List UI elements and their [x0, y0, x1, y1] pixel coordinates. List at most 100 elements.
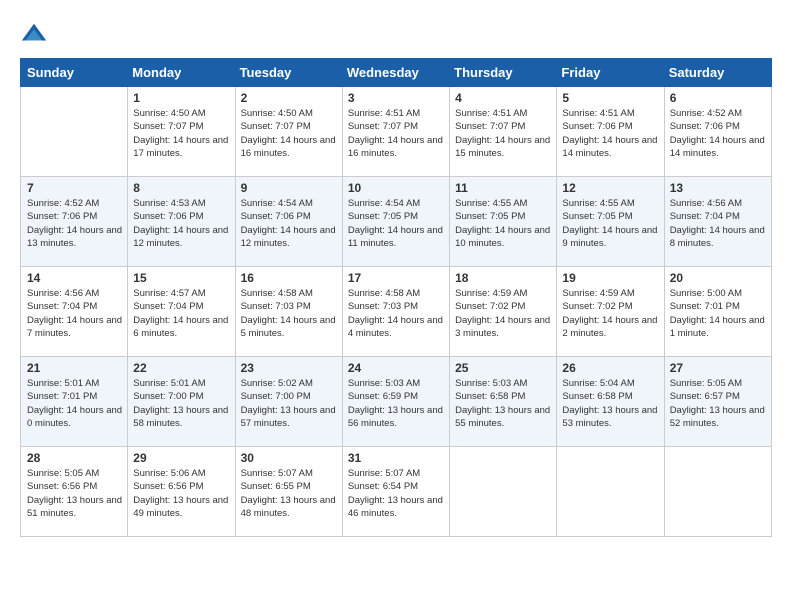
cell-info: Sunrise: 4:52 AM Sunset: 7:06 PM Dayligh…	[670, 107, 766, 160]
cell-info: Sunrise: 4:50 AM Sunset: 7:07 PM Dayligh…	[133, 107, 229, 160]
calendar-cell: 14 Sunrise: 4:56 AM Sunset: 7:04 PM Dayli…	[21, 267, 128, 357]
calendar-cell	[664, 447, 771, 537]
day-number: 7	[27, 181, 122, 195]
day-number: 4	[455, 91, 551, 105]
day-header-tuesday: Tuesday	[235, 59, 342, 87]
cell-info: Sunrise: 5:01 AM Sunset: 7:00 PM Dayligh…	[133, 377, 229, 430]
cell-info: Sunrise: 4:59 AM Sunset: 7:02 PM Dayligh…	[455, 287, 551, 340]
calendar-cell: 29 Sunrise: 5:06 AM Sunset: 6:56 PM Dayli…	[128, 447, 235, 537]
day-number: 30	[241, 451, 337, 465]
day-number: 28	[27, 451, 122, 465]
day-number: 8	[133, 181, 229, 195]
calendar-cell: 17 Sunrise: 4:58 AM Sunset: 7:03 PM Dayli…	[342, 267, 449, 357]
day-number: 17	[348, 271, 444, 285]
cell-info: Sunrise: 4:54 AM Sunset: 7:06 PM Dayligh…	[241, 197, 337, 250]
cell-info: Sunrise: 5:07 AM Sunset: 6:54 PM Dayligh…	[348, 467, 444, 520]
day-number: 20	[670, 271, 766, 285]
day-number: 27	[670, 361, 766, 375]
calendar-week-row: 28 Sunrise: 5:05 AM Sunset: 6:56 PM Dayli…	[21, 447, 772, 537]
calendar-cell: 20 Sunrise: 5:00 AM Sunset: 7:01 PM Dayli…	[664, 267, 771, 357]
cell-info: Sunrise: 5:06 AM Sunset: 6:56 PM Dayligh…	[133, 467, 229, 520]
cell-info: Sunrise: 4:54 AM Sunset: 7:05 PM Dayligh…	[348, 197, 444, 250]
calendar-cell: 10 Sunrise: 4:54 AM Sunset: 7:05 PM Dayli…	[342, 177, 449, 267]
calendar-cell: 16 Sunrise: 4:58 AM Sunset: 7:03 PM Dayli…	[235, 267, 342, 357]
cell-info: Sunrise: 5:04 AM Sunset: 6:58 PM Dayligh…	[562, 377, 658, 430]
page-header	[20, 20, 772, 48]
cell-info: Sunrise: 5:05 AM Sunset: 6:57 PM Dayligh…	[670, 377, 766, 430]
cell-info: Sunrise: 4:57 AM Sunset: 7:04 PM Dayligh…	[133, 287, 229, 340]
cell-info: Sunrise: 5:05 AM Sunset: 6:56 PM Dayligh…	[27, 467, 122, 520]
calendar-cell: 8 Sunrise: 4:53 AM Sunset: 7:06 PM Daylig…	[128, 177, 235, 267]
day-number: 25	[455, 361, 551, 375]
cell-info: Sunrise: 4:52 AM Sunset: 7:06 PM Dayligh…	[27, 197, 122, 250]
day-number: 26	[562, 361, 658, 375]
calendar-cell: 1 Sunrise: 4:50 AM Sunset: 7:07 PM Daylig…	[128, 87, 235, 177]
calendar-cell: 2Sunrise: 4:50 AM Sunset: 7:07 PM Daylig…	[235, 87, 342, 177]
logo-icon	[20, 20, 48, 48]
cell-info: Sunrise: 4:55 AM Sunset: 7:05 PM Dayligh…	[455, 197, 551, 250]
calendar-cell: 27 Sunrise: 5:05 AM Sunset: 6:57 PM Dayli…	[664, 357, 771, 447]
calendar-cell: 26 Sunrise: 5:04 AM Sunset: 6:58 PM Dayli…	[557, 357, 664, 447]
day-number: 5	[562, 91, 658, 105]
day-number: 3	[348, 91, 444, 105]
day-number: 18	[455, 271, 551, 285]
calendar-cell: 23Sunrise: 5:02 AM Sunset: 7:00 PM Dayli…	[235, 357, 342, 447]
day-number: 19	[562, 271, 658, 285]
calendar-header-row: SundayMondayTuesdayWednesdayThursdayFrid…	[21, 59, 772, 87]
cell-info: Sunrise: 4:56 AM Sunset: 7:04 PM Dayligh…	[27, 287, 122, 340]
day-number: 29	[133, 451, 229, 465]
logo	[20, 20, 52, 48]
day-number: 1	[133, 91, 229, 105]
day-number: 22	[133, 361, 229, 375]
day-number: 11	[455, 181, 551, 195]
calendar-cell: 22 Sunrise: 5:01 AM Sunset: 7:00 PM Dayli…	[128, 357, 235, 447]
calendar-cell: 21Sunrise: 5:01 AM Sunset: 7:01 PM Dayli…	[21, 357, 128, 447]
calendar-cell: 9 Sunrise: 4:54 AM Sunset: 7:06 PM Daylig…	[235, 177, 342, 267]
day-header-sunday: Sunday	[21, 59, 128, 87]
calendar-cell: 13Sunrise: 4:56 AM Sunset: 7:04 PM Dayli…	[664, 177, 771, 267]
calendar-cell: 15Sunrise: 4:57 AM Sunset: 7:04 PM Dayli…	[128, 267, 235, 357]
calendar-cell: 25 Sunrise: 5:03 AM Sunset: 6:58 PM Dayli…	[450, 357, 557, 447]
cell-info: Sunrise: 4:56 AM Sunset: 7:04 PM Dayligh…	[670, 197, 766, 250]
day-header-friday: Friday	[557, 59, 664, 87]
calendar-week-row: 14 Sunrise: 4:56 AM Sunset: 7:04 PM Dayli…	[21, 267, 772, 357]
day-header-monday: Monday	[128, 59, 235, 87]
day-number: 10	[348, 181, 444, 195]
calendar-cell: 7 Sunrise: 4:52 AM Sunset: 7:06 PM Daylig…	[21, 177, 128, 267]
calendar-cell: 5 Sunrise: 4:51 AM Sunset: 7:06 PM Daylig…	[557, 87, 664, 177]
calendar-cell: 3 Sunrise: 4:51 AM Sunset: 7:07 PM Daylig…	[342, 87, 449, 177]
calendar-cell: 12Sunrise: 4:55 AM Sunset: 7:05 PM Dayli…	[557, 177, 664, 267]
cell-info: Sunrise: 5:01 AM Sunset: 7:01 PM Dayligh…	[27, 377, 122, 430]
calendar-cell	[450, 447, 557, 537]
day-number: 14	[27, 271, 122, 285]
calendar-week-row: 21Sunrise: 5:01 AM Sunset: 7:01 PM Dayli…	[21, 357, 772, 447]
calendar-table: SundayMondayTuesdayWednesdayThursdayFrid…	[20, 58, 772, 537]
day-number: 16	[241, 271, 337, 285]
cell-info: Sunrise: 5:03 AM Sunset: 6:58 PM Dayligh…	[455, 377, 551, 430]
calendar-cell: 4 Sunrise: 4:51 AM Sunset: 7:07 PM Daylig…	[450, 87, 557, 177]
calendar-cell: 6Sunrise: 4:52 AM Sunset: 7:06 PM Daylig…	[664, 87, 771, 177]
calendar-week-row: 1 Sunrise: 4:50 AM Sunset: 7:07 PM Daylig…	[21, 87, 772, 177]
cell-info: Sunrise: 4:58 AM Sunset: 7:03 PM Dayligh…	[241, 287, 337, 340]
cell-info: Sunrise: 4:58 AM Sunset: 7:03 PM Dayligh…	[348, 287, 444, 340]
calendar-cell: 30Sunrise: 5:07 AM Sunset: 6:55 PM Dayli…	[235, 447, 342, 537]
calendar-cell: 19 Sunrise: 4:59 AM Sunset: 7:02 PM Dayli…	[557, 267, 664, 357]
calendar-cell: 31 Sunrise: 5:07 AM Sunset: 6:54 PM Dayli…	[342, 447, 449, 537]
calendar-cell	[557, 447, 664, 537]
cell-info: Sunrise: 5:03 AM Sunset: 6:59 PM Dayligh…	[348, 377, 444, 430]
day-number: 23	[241, 361, 337, 375]
cell-info: Sunrise: 4:59 AM Sunset: 7:02 PM Dayligh…	[562, 287, 658, 340]
calendar-cell: 28 Sunrise: 5:05 AM Sunset: 6:56 PM Dayli…	[21, 447, 128, 537]
cell-info: Sunrise: 5:00 AM Sunset: 7:01 PM Dayligh…	[670, 287, 766, 340]
cell-info: Sunrise: 4:51 AM Sunset: 7:06 PM Dayligh…	[562, 107, 658, 160]
cell-info: Sunrise: 4:51 AM Sunset: 7:07 PM Dayligh…	[348, 107, 444, 160]
cell-info: Sunrise: 4:50 AM Sunset: 7:07 PM Dayligh…	[241, 107, 337, 160]
calendar-week-row: 7 Sunrise: 4:52 AM Sunset: 7:06 PM Daylig…	[21, 177, 772, 267]
calendar-cell: 11 Sunrise: 4:55 AM Sunset: 7:05 PM Dayli…	[450, 177, 557, 267]
day-number: 31	[348, 451, 444, 465]
day-number: 9	[241, 181, 337, 195]
day-number: 12	[562, 181, 658, 195]
day-header-thursday: Thursday	[450, 59, 557, 87]
cell-info: Sunrise: 4:53 AM Sunset: 7:06 PM Dayligh…	[133, 197, 229, 250]
cell-info: Sunrise: 4:51 AM Sunset: 7:07 PM Dayligh…	[455, 107, 551, 160]
